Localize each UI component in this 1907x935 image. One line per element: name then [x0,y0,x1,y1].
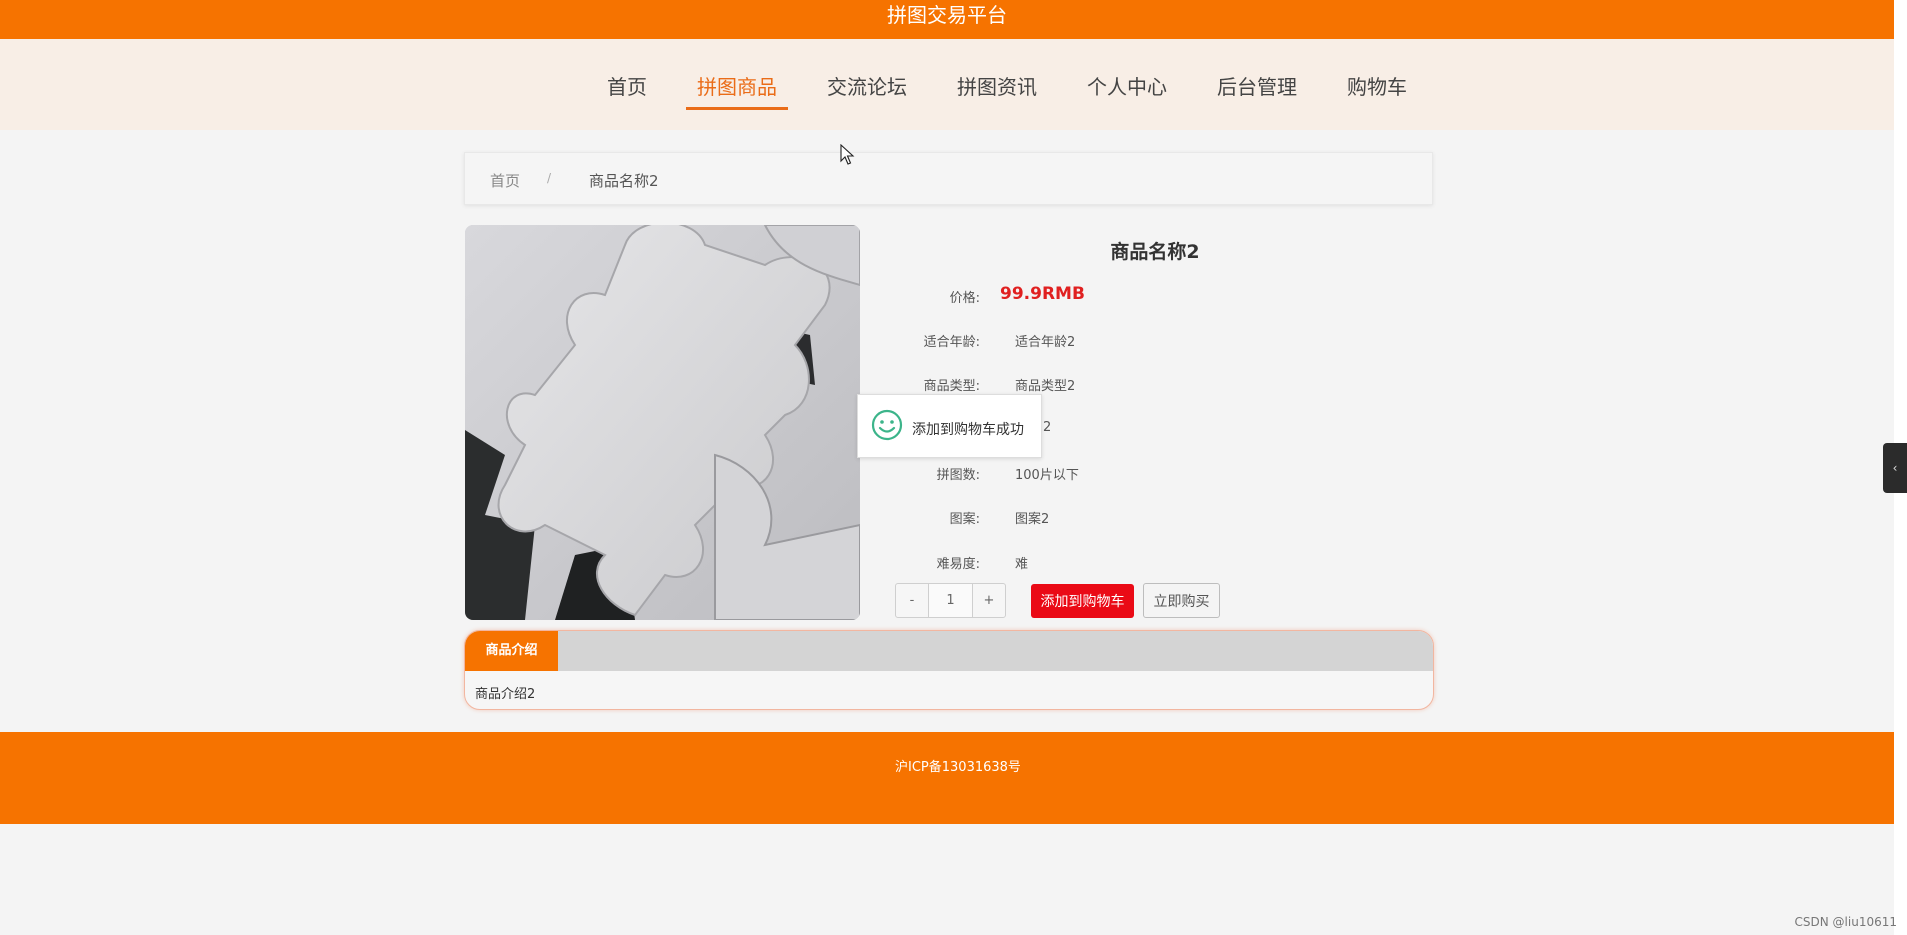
breadcrumb: 首页 / 商品名称2 [464,152,1433,205]
type-label: 商品类型: [923,379,980,394]
age-value: 适合年龄2 [1015,335,1076,350]
breadcrumb-home-link[interactable]: 首页 [490,170,520,191]
age-label: 适合年龄: [923,335,980,350]
breadcrumb-current: 商品名称2 [589,172,659,190]
pattern-label: 图案: [949,512,980,527]
tab-content: 商品介绍2 [475,687,536,702]
smile-icon [871,409,903,441]
site-header: 拼图交易平台 [0,0,1894,39]
quantity-stepper: - 1 + [895,583,1006,618]
nav-item-home[interactable]: 首页 [596,71,658,110]
csdn-watermark: CSDN @liu10611 [1794,915,1897,929]
puzzle-image [465,225,860,620]
price-label: 价格: [949,291,980,306]
buy-now-button[interactable]: 立即购买 [1143,583,1220,618]
chevron-left-icon: ‹ [1892,461,1898,475]
toast-message: 添加到购物车成功 [912,422,1024,438]
nav-item-news[interactable]: 拼图资讯 [946,71,1048,110]
site-title: 拼图交易平台 [887,3,1007,27]
type-value: 商品类型2 [1015,379,1076,394]
side-panel-toggle[interactable]: ‹ [1883,443,1907,493]
difficulty-label: 难易度: [936,557,980,572]
piece-count-label: 拼图数: [936,468,980,483]
nav-item-forum[interactable]: 交流论坛 [816,71,918,110]
tab-product-intro[interactable]: 商品介绍 [465,631,558,671]
nav-item-profile[interactable]: 个人中心 [1076,71,1178,110]
nav-item-cart[interactable]: 购物车 [1336,71,1418,110]
price-value: 99.9RMB [1000,284,1085,304]
site-footer: 沪ICP备13031638号 [0,732,1894,824]
success-toast: 添加到购物车成功 [857,394,1042,458]
hidden-value: 2 [1043,420,1052,435]
difficulty-value: 难 [1015,557,1029,572]
add-to-cart-button[interactable]: 添加到购物车 [1031,584,1134,618]
quantity-input[interactable]: 1 [929,583,972,618]
product-tabs: 商品介绍 商品介绍2 [464,630,1434,710]
nav-item-admin[interactable]: 后台管理 [1206,71,1308,110]
quantity-decrease-button[interactable]: - [895,583,929,618]
piece-count-value: 100片以下 [1015,468,1079,483]
pattern-value: 图案2 [1015,512,1050,527]
nav-item-products[interactable]: 拼图商品 [686,71,788,110]
product-image [465,225,860,620]
mouse-cursor-icon [840,144,855,165]
icp-record: 沪ICP备13031638号 [895,760,1021,775]
product-title: 商品名称2 [1110,241,1200,263]
tab-bar: 商品介绍 [465,631,1433,671]
breadcrumb-separator: / [547,171,552,185]
quantity-increase-button[interactable]: + [972,583,1006,618]
main-nav: 首页 拼图商品 交流论坛 拼图资讯 个人中心 后台管理 购物车 [0,39,1894,130]
